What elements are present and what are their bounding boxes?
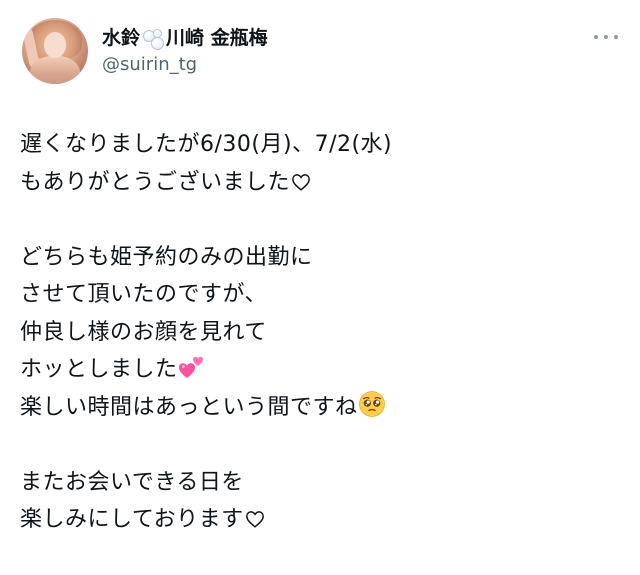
more-dots-icon bbox=[594, 35, 598, 39]
display-name-part2: 川崎 金瓶梅 bbox=[166, 27, 268, 49]
tweet-line: どちらも姫予約のみの出勤に bbox=[20, 244, 313, 270]
tweet-line: 楽しみにしております bbox=[20, 501, 620, 539]
tweet-line: もありがとうございました bbox=[20, 164, 620, 202]
more-options-button[interactable] bbox=[594, 30, 618, 44]
tweet-line: ホッとしました bbox=[20, 351, 620, 389]
tweet-line: またお会いできる日を bbox=[20, 469, 244, 495]
author-names: 水鈴 川崎 金瓶梅 @suirin_tg bbox=[102, 25, 268, 77]
display-name[interactable]: 水鈴 川崎 金瓶梅 bbox=[102, 25, 268, 51]
user-handle[interactable]: @suirin_tg bbox=[102, 53, 268, 77]
two-hearts-icon bbox=[178, 356, 203, 378]
tweet-line: 遅くなりましたが6/30(月)、7/2(水) bbox=[20, 132, 393, 157]
tweet-card: 水鈴 川崎 金瓶梅 @suirin_tg 遅くなりましたが6/30(月)、7/2… bbox=[0, 0, 640, 575]
heart-outline-icon bbox=[292, 173, 310, 191]
display-name-part1: 水鈴 bbox=[102, 27, 141, 49]
tweet-line: させて頂いたのですが、 bbox=[20, 282, 268, 307]
pleading-face-icon bbox=[358, 390, 385, 417]
tweet-text: 遅くなりましたが6/30(月)、7/2(水) もありがとうございました どちらも… bbox=[20, 126, 620, 539]
bubbles-icon bbox=[142, 28, 165, 50]
avatar[interactable] bbox=[22, 18, 88, 84]
heart-outline-icon bbox=[245, 511, 264, 528]
tweet-line: 楽しい時間はあっという間ですね bbox=[20, 389, 620, 427]
tweet-header: 水鈴 川崎 金瓶梅 @suirin_tg bbox=[22, 18, 268, 84]
tweet-line: 仲良し様のお顔を見れて bbox=[20, 319, 267, 345]
